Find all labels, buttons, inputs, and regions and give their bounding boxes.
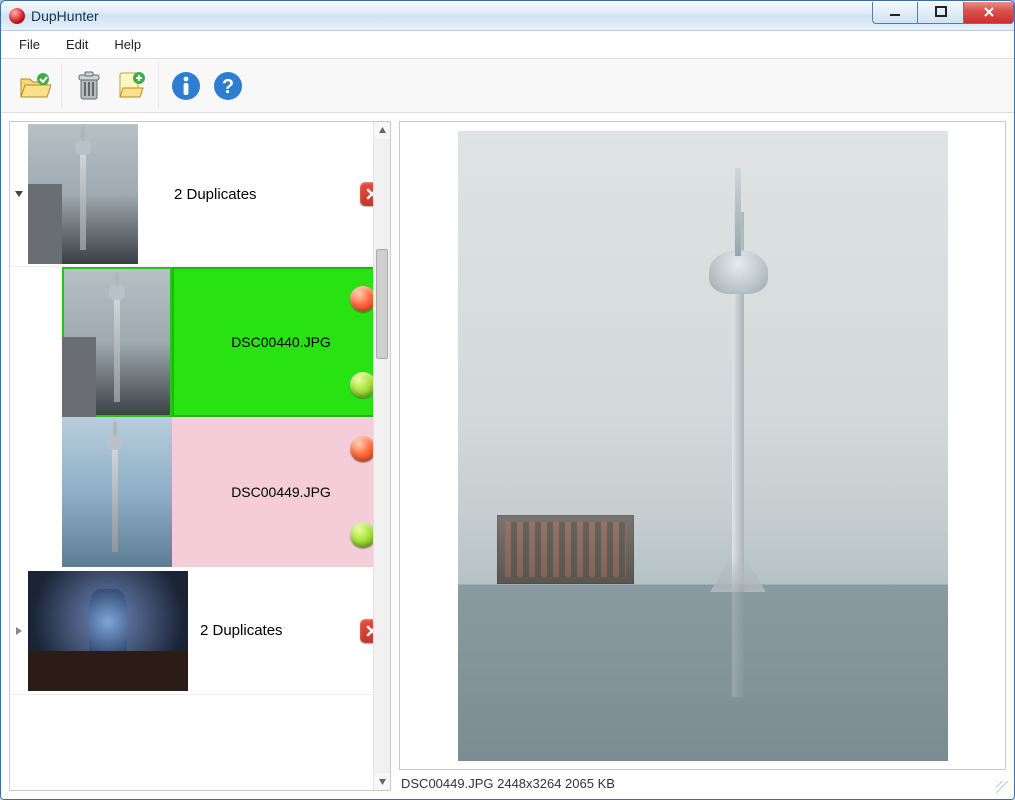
group-thumbnail[interactable] [28, 124, 138, 264]
delete-button[interactable] [68, 65, 110, 107]
group-thumbnail[interactable] [28, 571, 188, 691]
item-thumbnail[interactable] [62, 267, 172, 417]
duplicate-group[interactable]: 2 Duplicates [10, 567, 390, 695]
image-preview[interactable] [399, 121, 1006, 770]
scrollbar-track[interactable] [374, 139, 390, 773]
toolbar: ? [1, 59, 1014, 113]
close-button[interactable] [964, 2, 1014, 24]
menu-edit[interactable]: Edit [54, 33, 100, 56]
item-filename: DSC00449.JPG [231, 484, 331, 500]
group-label: 2 Duplicates [194, 622, 356, 639]
item-filename: DSC00440.JPG [231, 334, 331, 350]
app-icon [9, 8, 25, 24]
scroll-up-icon[interactable] [374, 122, 390, 139]
menu-file[interactable]: File [7, 33, 52, 56]
svg-text:?: ? [222, 76, 234, 98]
main-split: 2 Duplicates DSC00440.JPG [1, 113, 1014, 799]
minimize-button[interactable] [872, 2, 918, 24]
help-button[interactable]: ? [207, 65, 249, 107]
duplicate-item[interactable]: DSC00449.JPG [62, 417, 390, 567]
menu-help[interactable]: Help [102, 33, 153, 56]
titlebar[interactable]: DupHunter [1, 1, 1014, 31]
info-button[interactable] [165, 65, 207, 107]
status-text: DSC00449.JPG 2448x3264 2065 KB [399, 774, 1006, 791]
preview-image [458, 131, 948, 761]
scrollbar-thumb[interactable] [376, 249, 388, 359]
duplicate-group[interactable]: 2 Duplicates [10, 122, 390, 267]
item-thumbnail[interactable] [62, 417, 172, 567]
open-folder-button[interactable] [13, 65, 55, 107]
duplicates-tree: 2 Duplicates DSC00440.JPG [9, 121, 391, 791]
collapse-icon[interactable] [12, 187, 26, 201]
vertical-scrollbar[interactable] [373, 122, 390, 790]
group-label: 2 Duplicates [144, 186, 356, 203]
reveal-button[interactable] [110, 65, 152, 107]
preview-pane: DSC00449.JPG 2448x3264 2065 KB [399, 121, 1006, 791]
duplicate-item[interactable]: DSC00440.JPG [62, 267, 390, 417]
maximize-button[interactable] [918, 2, 964, 24]
app-window: DupHunter File Edit Help [0, 0, 1015, 800]
scroll-down-icon[interactable] [374, 773, 390, 790]
expand-icon[interactable] [12, 624, 26, 638]
resize-grip[interactable] [996, 781, 1010, 795]
window-buttons [872, 2, 1014, 24]
item-info: DSC00449.JPG [172, 417, 390, 567]
window-title: DupHunter [31, 8, 99, 24]
menubar: File Edit Help [1, 31, 1014, 59]
item-info: DSC00440.JPG [172, 267, 390, 417]
